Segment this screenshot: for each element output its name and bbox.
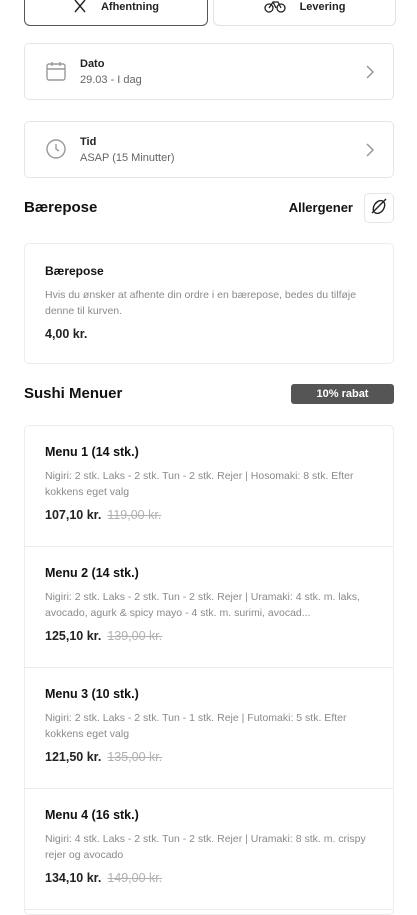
menu-item[interactable]: Menu 1 (14 stk.) Nigiri: 2 stk. Laks - 2… xyxy=(25,426,393,547)
allergens-button[interactable] xyxy=(364,193,394,223)
chevron-right-icon xyxy=(365,142,375,158)
menu-item-name: Menu 2 (14 stk.) xyxy=(45,566,139,580)
bag-product-price: 4,00 kr. xyxy=(45,327,88,341)
date-value: 29.03 - I dag xyxy=(80,74,142,86)
clock-icon xyxy=(45,138,67,160)
menu-item[interactable]: Menu 3 (10 stk.) Nigiri: 2 stk. Laks - 2… xyxy=(25,668,393,789)
time-selector[interactable]: Tid ASAP (15 Minutter) xyxy=(24,121,394,178)
menu-item-price: 134,10 kr. xyxy=(45,871,102,885)
pickup-option[interactable]: Afhentning xyxy=(24,0,208,26)
bag-product-description: Hvis du ønsker at afhente din ordre i en… xyxy=(45,289,357,317)
menu-item-old-price: 139,00 kr. xyxy=(107,629,163,643)
menu-item-old-price: 149,00 kr. xyxy=(107,871,163,885)
menu-item-price: 107,10 kr. xyxy=(45,508,102,522)
menu-item-price-row: 107,10 kr. 119,00 kr. xyxy=(45,508,161,522)
menu-item-name: Menu 4 (16 stk.) xyxy=(45,808,139,822)
menu-item[interactable]: Menu 2 (14 stk.) Nigiri: 2 stk. Laks - 2… xyxy=(25,547,393,668)
bag-section-title: Bærepose xyxy=(24,199,98,216)
allergen-icon xyxy=(369,196,389,221)
calendar-icon xyxy=(45,60,67,82)
menu-item-description: Nigiri: 2 stk. Laks - 2 stk. Tun - 2 stk… xyxy=(45,470,354,498)
delivery-option[interactable]: Levering xyxy=(213,0,396,26)
allergens-label[interactable]: Allergener xyxy=(289,200,353,215)
delivery-label: Levering xyxy=(299,1,346,13)
pickup-icon xyxy=(73,0,87,16)
menu-item-description: Nigiri: 2 stk. Laks - 2 stk. Tun - 2 stk… xyxy=(45,591,360,619)
bicycle-icon xyxy=(263,0,286,16)
bag-product-name: Bærepose xyxy=(45,264,104,278)
menu-item-name: Menu 1 (14 stk.) xyxy=(45,445,139,459)
menu-item-old-price: 119,00 kr. xyxy=(107,508,162,522)
time-value: ASAP (15 Minutter) xyxy=(80,152,175,164)
bag-product-card[interactable]: Bærepose Hvis du ønsker at afhente din o… xyxy=(24,243,394,364)
menu-item-price-row: 121,50 kr. 135,00 kr. xyxy=(45,750,162,764)
chevron-right-icon xyxy=(365,64,375,80)
menu-item-price-row: 125,10 kr. 139,00 kr. xyxy=(45,629,162,643)
date-label: Dato xyxy=(80,58,105,70)
menu-item-price: 121,50 kr. xyxy=(45,750,102,764)
menu-item[interactable]: Menu 4 (16 stk.) Nigiri: 4 stk. Laks - 2… xyxy=(25,789,393,910)
menu-item-old-price: 135,00 kr. xyxy=(107,750,163,764)
menu-list: Menu 1 (14 stk.) Nigiri: 2 stk. Laks - 2… xyxy=(24,425,394,915)
menu-item-description: Nigiri: 2 stk. Laks - 2 stk. Tun - 1 stk… xyxy=(45,712,347,740)
discount-badge: 10% rabat xyxy=(291,384,394,404)
menu-item-price-row: 134,10 kr. 149,00 kr. xyxy=(45,871,162,885)
menus-section-title: Sushi Menuer xyxy=(24,385,123,402)
pickup-label: Afhentning xyxy=(100,1,160,13)
date-selector[interactable]: Dato 29.03 - I dag xyxy=(24,43,394,100)
menu-item-price: 125,10 kr. xyxy=(45,629,102,643)
menu-item-name: Menu 3 (10 stk.) xyxy=(45,687,139,701)
time-label: Tid xyxy=(80,136,97,148)
menu-item-description: Nigiri: 4 stk. Laks - 2 stk. Tun - 2 stk… xyxy=(45,833,366,861)
